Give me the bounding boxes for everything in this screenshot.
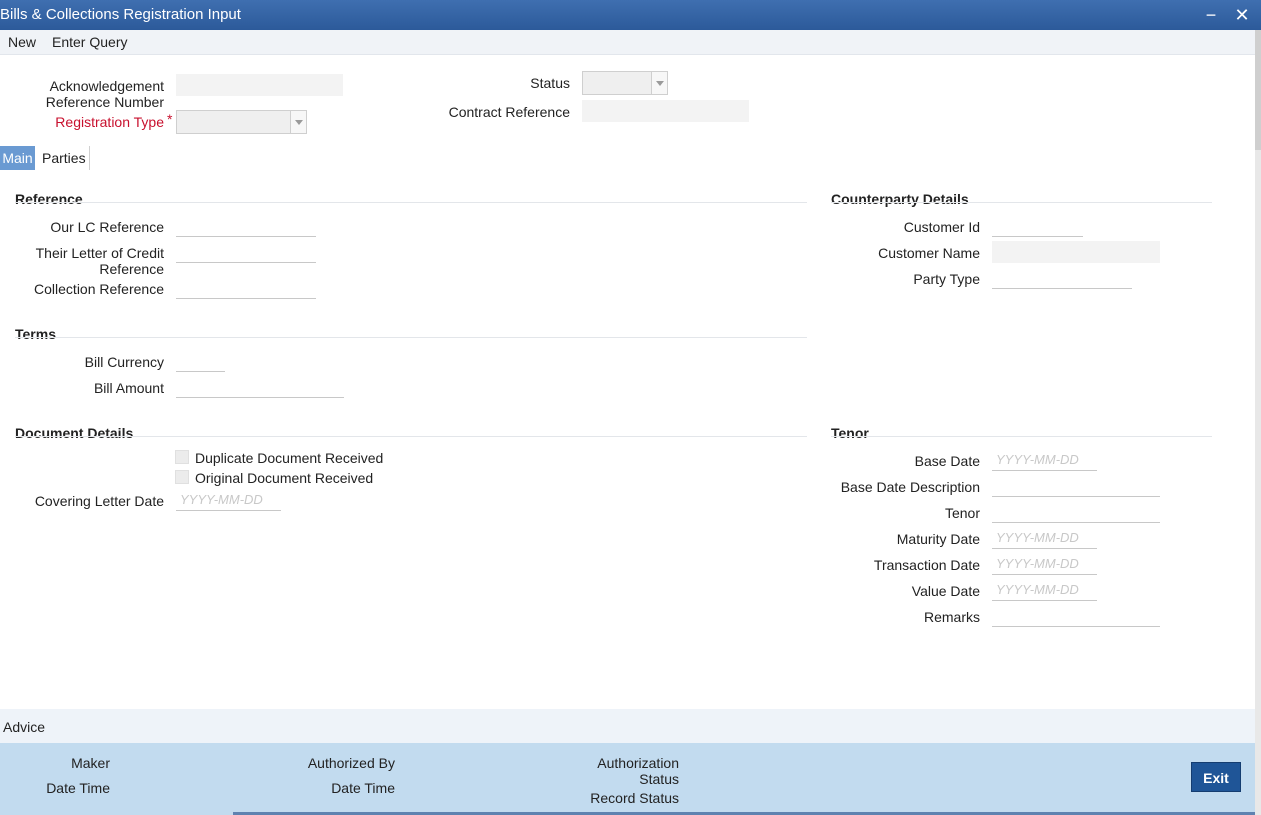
vertical-scrollbar[interactable] [1255,30,1261,815]
bill-amount-input[interactable] [176,376,344,398]
remarks-input[interactable] [992,605,1160,627]
original-doc-checkbox[interactable] [175,470,189,484]
base-date-desc-input[interactable] [992,475,1160,497]
value-date-label: Value Date [911,583,980,599]
customer-name-label: Customer Name [878,245,980,261]
contract-ref-input[interactable] [582,100,749,122]
menu-bar: New Enter Query [0,30,1255,55]
party-type-label: Party Type [913,271,980,287]
menu-new[interactable]: New [8,34,36,50]
section-divider [831,436,1212,437]
contract-ref-label: Contract Reference [448,104,570,120]
scrollbar-thumb[interactable] [1255,30,1261,150]
section-counterparty: Counterparty Details [831,191,969,207]
collection-ref-input[interactable] [176,277,316,299]
reg-type-text: Registration Type [55,114,164,130]
tab-parties[interactable]: Parties [42,146,88,170]
transaction-date-input[interactable] [992,553,1097,575]
remarks-label: Remarks [923,609,980,625]
base-date-label: Base Date [914,453,980,469]
collection-ref-label: Collection Reference [34,281,164,297]
base-date-input[interactable] [992,449,1097,471]
chevron-down-icon[interactable] [290,111,306,133]
ack-ref-label: Acknowledgement Reference Number [45,78,164,110]
maker-label: Maker [71,755,110,771]
menu-enter-query[interactable]: Enter Query [52,34,127,50]
audit-footer: Maker Date Time Authorized By Date Time … [0,743,1255,815]
maturity-date-label: Maturity Date [896,531,980,547]
original-doc-label: Original Document Received [195,470,374,486]
authorization-status-label: Authorization Status [597,755,679,787]
duplicate-doc-checkbox[interactable] [175,450,189,464]
bill-currency-input[interactable] [176,350,225,372]
section-divider [15,337,807,338]
window-title: Bills & Collections Registration Input [0,6,241,23]
their-lc-ref-label: Their Letter of Credit Reference [35,245,164,277]
advice-link[interactable]: Advice [3,719,45,735]
ack-ref-input[interactable] [176,74,343,96]
customer-id-label: Customer Id [903,219,980,235]
record-status-label: Record Status [590,790,679,806]
tab-main[interactable]: Main [0,146,35,170]
status-select[interactable] [582,71,668,95]
duplicate-doc-label: Duplicate Document Received [195,450,384,466]
customer-id-input[interactable] [992,215,1083,237]
section-divider [15,436,807,437]
close-icon[interactable]: ✕ [1229,2,1255,28]
bill-currency-label: Bill Currency [84,354,164,370]
tab-divider [89,146,90,170]
tenor-input[interactable] [992,501,1160,523]
status-label: Status [530,75,570,91]
chevron-down-icon[interactable] [651,72,667,94]
our-lc-ref-input[interactable] [176,215,316,237]
maturity-date-input[interactable] [992,527,1097,549]
section-reference: Reference [15,191,83,207]
base-date-desc-label: Base Date Description [840,479,980,495]
exit-button[interactable]: Exit [1191,762,1241,792]
required-marker: * [167,111,173,127]
checker-date-time-label: Date Time [331,780,395,796]
party-type-input[interactable] [992,267,1132,289]
window-titlebar: Bills & Collections Registration Input −… [0,0,1261,30]
section-tenor: Tenor [831,425,869,441]
our-lc-ref-label: Our LC Reference [50,219,164,235]
section-terms: Terms [15,326,56,342]
bill-amount-label: Bill Amount [93,380,164,396]
value-date-input[interactable] [992,579,1097,601]
section-divider [15,202,807,203]
advice-bar: Advice [0,709,1255,743]
transaction-date-label: Transaction Date [873,557,980,573]
covering-letter-date-input[interactable] [176,489,281,511]
reg-type-select[interactable] [176,110,307,134]
tenor-label: Tenor [944,505,980,521]
reg-type-label: Registration Type [0,114,164,130]
maker-date-time-label: Date Time [46,780,110,796]
customer-name-input[interactable] [992,241,1160,263]
covering-letter-date-label: Covering Letter Date [34,493,164,509]
authorized-by-label: Authorized By [307,755,395,771]
their-lc-ref-input[interactable] [176,241,316,263]
section-document-details: Document Details [15,425,134,441]
minimize-icon[interactable]: − [1198,2,1224,28]
section-divider [831,202,1212,203]
